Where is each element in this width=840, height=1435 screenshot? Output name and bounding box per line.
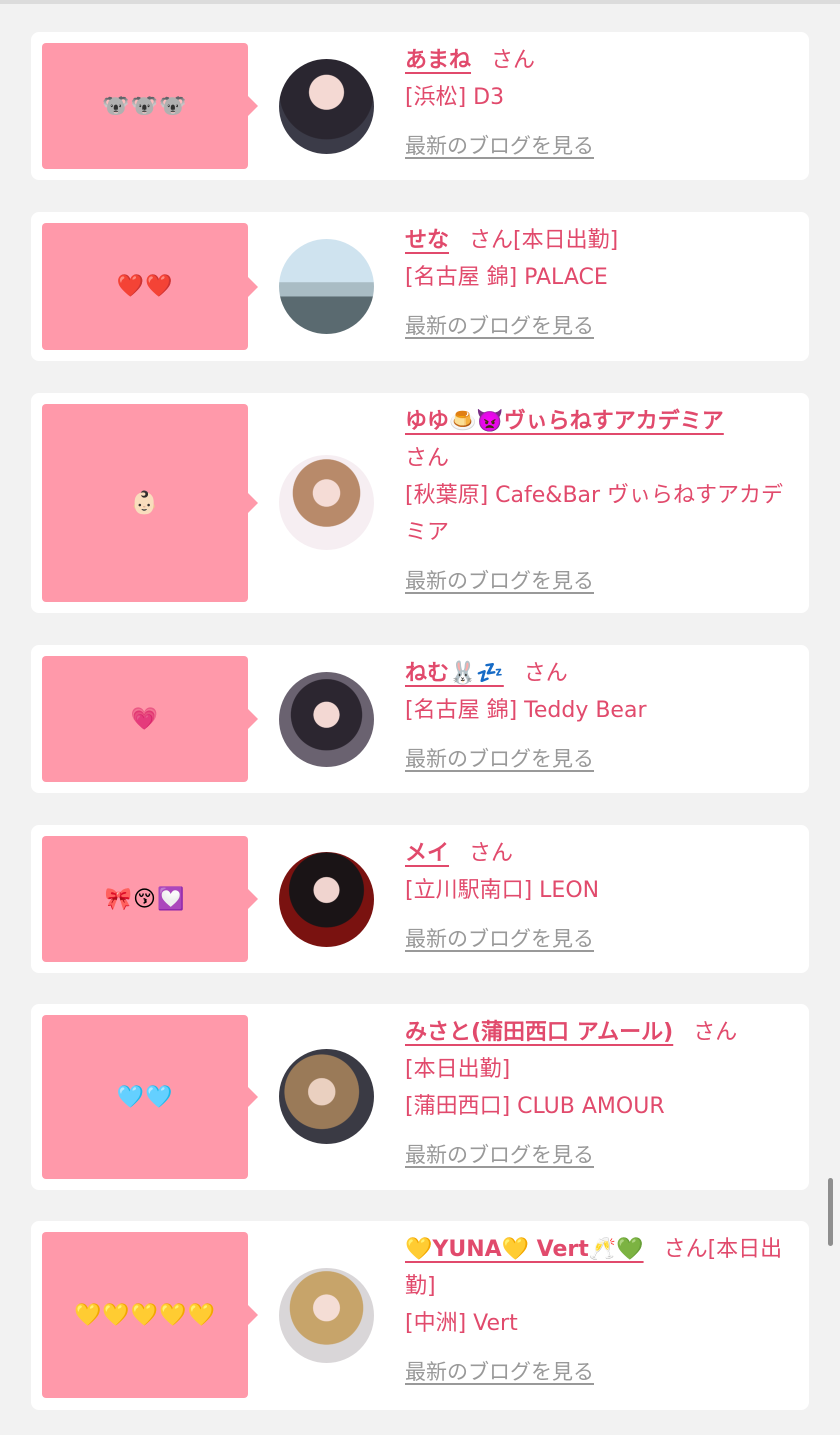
girl-card: ❤️❤️ せな さん[本日出勤] [名古屋 錦] PALACE 最新のブログを見る [31, 212, 809, 361]
card-info: メイ さん [立川駅南口] LEON 最新のブログを見る [405, 835, 791, 958]
comment-bubble: 👶🏻 [42, 404, 258, 602]
shop-label: [中洲] Vert [405, 1311, 518, 1336]
honorific: さん [523, 661, 568, 686]
girl-name-link[interactable]: みさと(蒲田西口 アムール) [405, 1020, 673, 1045]
girl-card: 💗 ねむ🐰💤 さん [名古屋 錦] Teddy Bear 最新のブログを見る [31, 645, 809, 793]
latest-blog-link[interactable]: 最新のブログを見る [405, 1137, 791, 1174]
girl-name-link[interactable]: ねむ🐰💤 [405, 661, 504, 686]
card-info: 💛YUNA💛 Vert🥂💚 さん[本日出勤] [中洲] Vert 最新のブログを見… [405, 1231, 791, 1391]
girl-name-link[interactable]: 💛YUNA💛 Vert🥂💚 [405, 1237, 644, 1262]
shop-label: [立川駅南口] LEON [405, 878, 600, 903]
work-status: [本日出勤] [513, 228, 619, 253]
comment-bubble: 💗 [42, 656, 258, 782]
latest-blog-link[interactable]: 最新のブログを見る [405, 128, 791, 165]
comment-text: 👶🏻 [130, 490, 160, 516]
top-divider [0, 0, 840, 4]
latest-blog-link[interactable]: 最新のブログを見る [405, 741, 791, 778]
card-info: せな さん[本日出勤] [名古屋 錦] PALACE 最新のブログを見る [405, 222, 791, 345]
comment-text: 💗 [130, 706, 160, 732]
latest-blog-link[interactable]: 最新のブログを見る [405, 308, 791, 345]
shop-label: [浜松] D3 [405, 85, 505, 110]
scrollbar[interactable] [828, 1178, 833, 1246]
card-info: ねむ🐰💤 さん [名古屋 錦] Teddy Bear 最新のブログを見る [405, 655, 791, 778]
girl-card: 💛💛💛💛💛 💛YUNA💛 Vert🥂💚 さん[本日出勤] [中洲] Vert 最新… [31, 1221, 809, 1410]
girl-card: 🩵🩵 みさと(蒲田西口 アムール) さん [本日出勤] [蒲田西口] CLUB A… [31, 1004, 809, 1190]
card-info: ゆゆ🍮👿ヴぃらねすアカデミア さん [秋葉原] Cafe&Bar ヴぃらねすアカデ… [405, 403, 791, 600]
shop-label: [秋葉原] Cafe&Bar ヴぃらねすアカデミア [405, 483, 784, 545]
avatar[interactable] [279, 1049, 374, 1144]
comment-bubble: 🩵🩵 [42, 1015, 258, 1179]
comment-text: ❤️❤️ [116, 274, 174, 299]
honorific: さん [663, 1237, 708, 1262]
girl-name-link[interactable]: メイ [405, 841, 449, 866]
honorific: さん [693, 1020, 738, 1045]
girl-name-link[interactable]: あまね [405, 48, 471, 73]
comment-text: 💛💛💛💛💛 [74, 1302, 216, 1328]
latest-blog-link[interactable]: 最新のブログを見る [405, 921, 791, 958]
girl-name-link[interactable]: ゆゆ🍮👿ヴぃらねすアカデミア [405, 409, 724, 434]
avatar[interactable] [279, 672, 374, 767]
avatar[interactable] [279, 239, 374, 334]
card-info: あまね さん [浜松] D3 最新のブログを見る [405, 42, 791, 165]
latest-blog-link[interactable]: 最新のブログを見る [405, 1354, 791, 1391]
avatar[interactable] [279, 59, 374, 154]
work-status: [本日出勤] [405, 1057, 511, 1082]
honorific: さん [469, 841, 514, 866]
comment-bubble: 🐨🐨🐨 [42, 43, 258, 169]
comment-text: 🐨🐨🐨 [102, 93, 188, 119]
girl-card: 👶🏻 ゆゆ🍮👿ヴぃらねすアカデミア さん [秋葉原] Cafe&Bar ヴぃらねす… [31, 393, 809, 613]
comment-bubble: ❤️❤️ [42, 223, 258, 350]
latest-blog-link[interactable]: 最新のブログを見る [405, 563, 791, 600]
honorific: さん [469, 228, 514, 253]
girl-card: 🎀😚💟 メイ さん [立川駅南口] LEON 最新のブログを見る [31, 825, 809, 973]
comment-bubble: 💛💛💛💛💛 [42, 1232, 258, 1398]
avatar[interactable] [279, 1268, 374, 1363]
girl-card: 🐨🐨🐨 あまね さん [浜松] D3 最新のブログを見る [31, 32, 809, 180]
honorific: さん [491, 48, 536, 73]
comment-bubble: 🎀😚💟 [42, 836, 258, 962]
shop-label: [名古屋 錦] Teddy Bear [405, 698, 647, 723]
girl-name-link[interactable]: せな [405, 228, 449, 253]
avatar[interactable] [279, 852, 374, 947]
card-info: みさと(蒲田西口 アムール) さん [本日出勤] [蒲田西口] CLUB AMOU… [405, 1014, 791, 1174]
avatar[interactable] [279, 455, 374, 550]
comment-text: 🩵🩵 [116, 1084, 174, 1110]
shop-label: [名古屋 錦] PALACE [405, 265, 608, 290]
shop-label: [蒲田西口] CLUB AMOUR [405, 1094, 665, 1119]
comment-text: 🎀😚💟 [104, 886, 186, 912]
honorific: さん [405, 446, 450, 471]
